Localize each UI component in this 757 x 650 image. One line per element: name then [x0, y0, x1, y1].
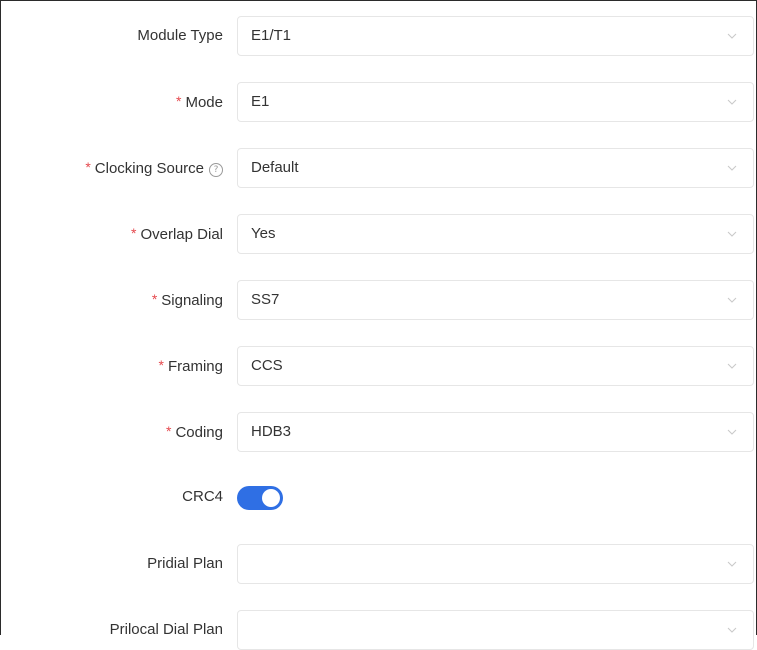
- required-asterisk: *: [176, 93, 182, 109]
- clocking-source-value: Default: [251, 159, 299, 176]
- pridial-plan-select[interactable]: [237, 544, 754, 584]
- prilocal-dial-plan-select[interactable]: [237, 610, 754, 650]
- signaling-label: * Signaling: [151, 291, 223, 309]
- mode-select[interactable]: E1: [237, 82, 754, 122]
- crc4-label: CRC4: [182, 488, 223, 505]
- form-panel: Module Type E1/T1 * Mode E1 * Clocking Sou…: [0, 0, 757, 650]
- signaling-row: * Signaling SS7: [1, 280, 757, 320]
- clocking-source-row: * Clocking Source? Default: [1, 148, 757, 188]
- chevron-down-icon: [727, 361, 737, 371]
- required-asterisk: *: [131, 225, 137, 241]
- coding-value: HDB3: [251, 423, 292, 440]
- signaling-select[interactable]: SS7: [237, 280, 754, 320]
- chevron-down-icon: [727, 31, 737, 41]
- chevron-down-icon: [727, 559, 737, 569]
- overlap-dial-value: Yes: [251, 225, 276, 242]
- clocking-source-select[interactable]: Default: [237, 148, 754, 188]
- prilocal-dial-plan-row: Prilocal Dial Plan: [1, 610, 757, 650]
- required-asterisk: *: [166, 423, 172, 439]
- module-type-value: E1/T1: [251, 27, 292, 44]
- framing-label: * Framing: [158, 357, 223, 375]
- question-circle-icon[interactable]: ?: [209, 163, 223, 177]
- chevron-down-icon: [727, 163, 737, 173]
- mode-value: E1: [251, 93, 270, 110]
- chevron-down-icon: [727, 625, 737, 635]
- mode-label: * Mode: [176, 93, 223, 111]
- required-asterisk: *: [158, 357, 164, 373]
- module-type-label: Module Type: [137, 27, 223, 44]
- chevron-down-icon: [727, 229, 737, 239]
- required-asterisk: *: [85, 159, 91, 175]
- chevron-down-icon: [727, 427, 737, 437]
- framing-row: * Framing CCS: [1, 346, 757, 386]
- crc4-toggle[interactable]: [237, 486, 283, 510]
- module-type-row: Module Type E1/T1: [1, 16, 757, 56]
- crc4-row: CRC4: [1, 477, 757, 517]
- overlap-dial-select[interactable]: Yes: [237, 214, 754, 254]
- overlap-dial-label: * Overlap Dial: [131, 225, 223, 243]
- required-asterisk: *: [151, 291, 158, 307]
- signaling-value: SS7: [251, 291, 280, 308]
- pridial-plan-label: Pridial Plan: [147, 555, 223, 572]
- chevron-down-icon: [727, 97, 737, 107]
- coding-select[interactable]: HDB3: [237, 412, 754, 452]
- overlap-dial-row: * Overlap Dial Yes: [1, 214, 757, 254]
- coding-label: * Coding: [166, 423, 223, 441]
- toggle-knob: [262, 489, 280, 507]
- pridial-plan-row: Pridial Plan: [1, 544, 757, 584]
- prilocal-dial-plan-label: Prilocal Dial Plan: [109, 621, 223, 638]
- framing-select[interactable]: CCS: [237, 346, 754, 386]
- mode-row: * Mode E1: [1, 82, 757, 122]
- framing-value: CCS: [251, 357, 283, 374]
- coding-row: * Coding HDB3: [1, 412, 757, 452]
- chevron-down-icon: [727, 295, 737, 305]
- clocking-source-label: * Clocking Source?: [85, 148, 223, 188]
- module-type-select[interactable]: E1/T1: [237, 16, 754, 56]
